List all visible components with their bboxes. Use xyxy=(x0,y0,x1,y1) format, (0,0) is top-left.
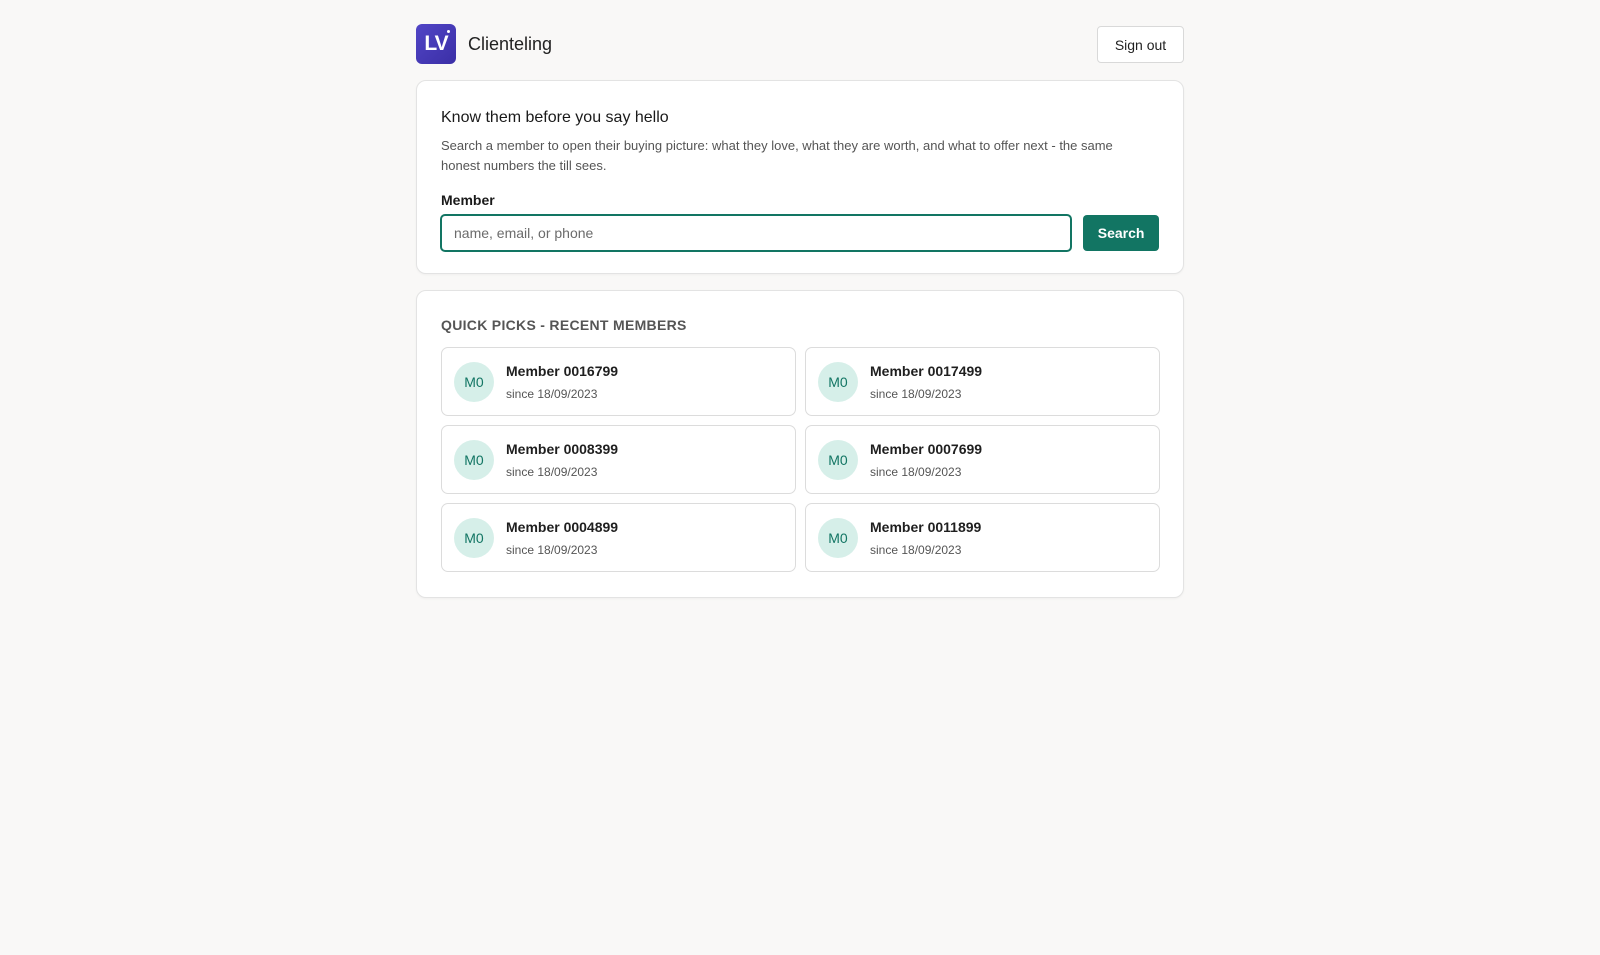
member-since: since 18/09/2023 xyxy=(870,387,962,401)
member-since: since 18/09/2023 xyxy=(870,465,962,479)
avatar: M0 xyxy=(454,518,494,558)
member-card[interactable]: M0 Member 0016799 since 18/09/2023 xyxy=(441,347,796,416)
avatar: M0 xyxy=(454,362,494,402)
avatar: M0 xyxy=(818,440,858,480)
search-card-title: Know them before you say hello xyxy=(441,109,669,126)
top-bar: LV Clienteling Sign out xyxy=(416,0,1184,88)
quick-picks-card: QUICK PICKS - RECENT MEMBERS M0 Member 0… xyxy=(416,290,1184,598)
search-row: Search xyxy=(441,215,1159,251)
member-field-label: Member xyxy=(441,192,495,208)
member-name: Member 0004899 xyxy=(506,519,619,535)
member-card[interactable]: M0 Member 0008399 since 18/09/2023 xyxy=(441,425,796,494)
member-since: since 18/09/2023 xyxy=(870,543,962,557)
member-name: Member 0017499 xyxy=(870,363,983,379)
brand-logo: LV xyxy=(416,24,456,64)
app-container: LV Clienteling Sign out Know them before… xyxy=(416,0,1184,598)
search-button[interactable]: Search xyxy=(1083,215,1159,251)
search-card-description: Search a member to open their buying pic… xyxy=(441,138,1113,173)
quick-picks-title: QUICK PICKS - RECENT MEMBERS xyxy=(441,317,687,333)
member-since: since 18/09/2023 xyxy=(506,543,598,557)
member-name: Member 0008399 xyxy=(506,441,619,457)
member-since: since 18/09/2023 xyxy=(506,465,598,479)
app-title: Clienteling xyxy=(468,34,553,54)
avatar: M0 xyxy=(818,362,858,402)
member-name: Member 0016799 xyxy=(506,363,619,379)
member-search-card: Know them before you say hello Search a … xyxy=(416,80,1184,274)
brand-logo-text: LV xyxy=(424,32,448,55)
member-grid: M0 Member 0016799 since 18/09/2023 M0 Me… xyxy=(441,347,1160,572)
avatar: M0 xyxy=(454,440,494,480)
avatar: M0 xyxy=(818,518,858,558)
member-card[interactable]: M0 Member 0011899 since 18/09/2023 xyxy=(805,503,1160,572)
member-card[interactable]: M0 Member 0007699 since 18/09/2023 xyxy=(805,425,1160,494)
logo-dot-icon xyxy=(447,30,450,33)
sign-out-button[interactable]: Sign out xyxy=(1097,26,1184,63)
member-search-input[interactable] xyxy=(441,215,1072,251)
member-card[interactable]: M0 Member 0017499 since 18/09/2023 xyxy=(805,347,1160,416)
member-name: Member 0011899 xyxy=(870,519,982,535)
member-since: since 18/09/2023 xyxy=(506,387,598,401)
member-name: Member 0007699 xyxy=(870,441,983,457)
member-card[interactable]: M0 Member 0004899 since 18/09/2023 xyxy=(441,503,796,572)
